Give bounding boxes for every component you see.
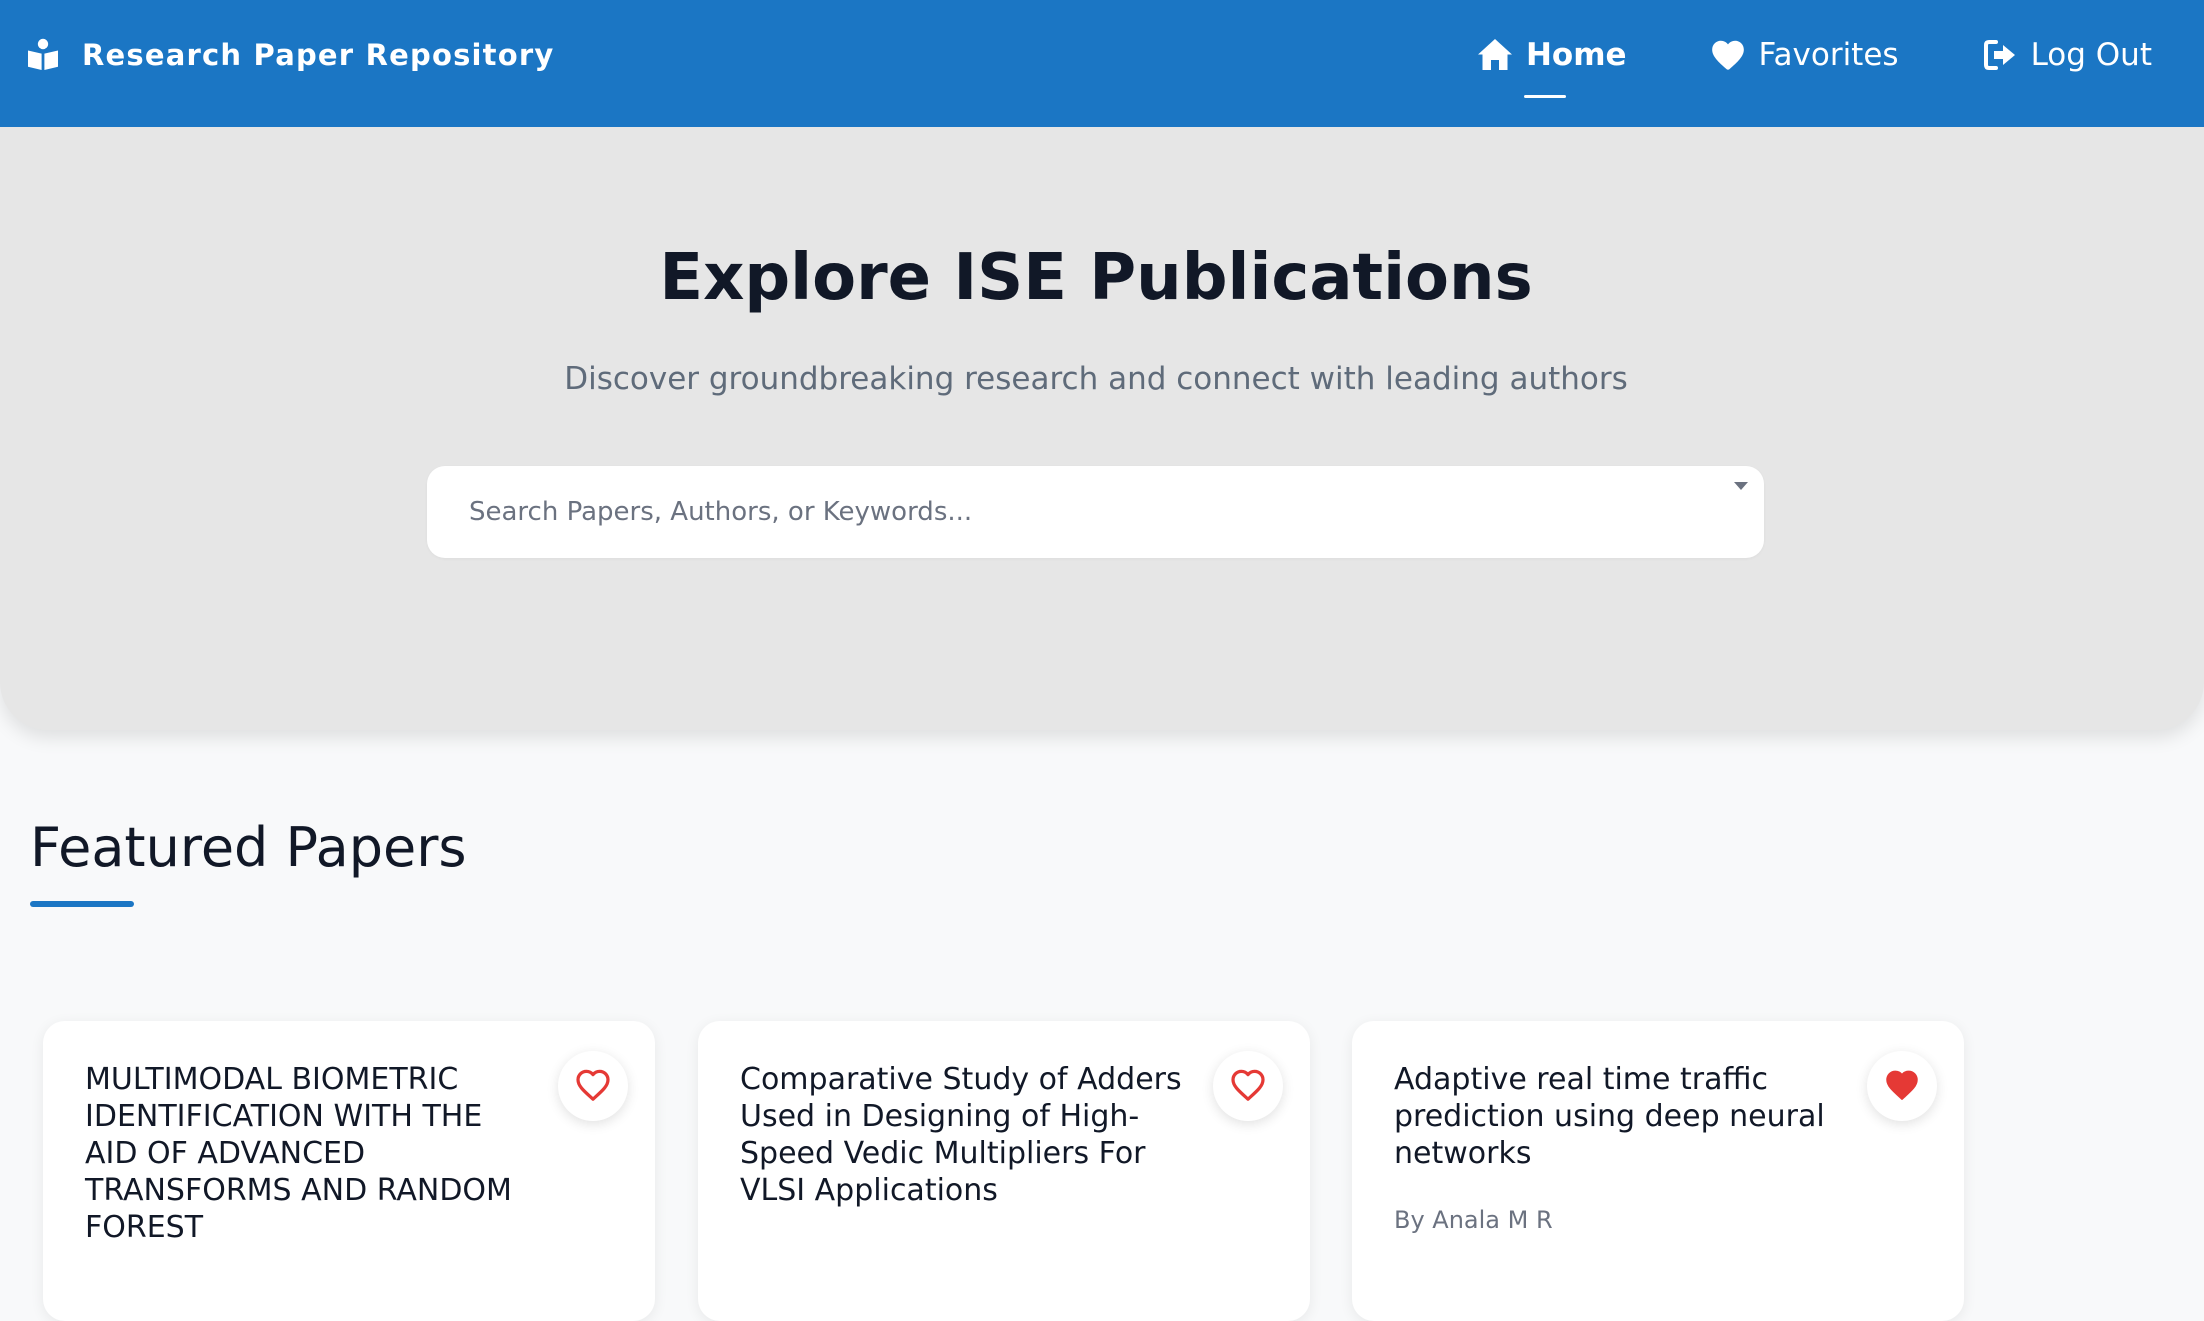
search-box [427,466,1764,558]
top-navbar: Research Paper Repository Home Favorites [0,0,2204,127]
heart-outline-icon [574,1068,612,1105]
nav-logout-label: Log Out [2030,37,2152,73]
heart-filled-icon [1883,1068,1921,1105]
brand-link[interactable]: Research Paper Repository [26,38,554,72]
nav-home[interactable]: Home [1476,32,1627,98]
paper-card[interactable]: Comparative Study of Adders Used in Desi… [698,1021,1310,1321]
main-nav: Home Favorites Log Out [1476,32,2152,98]
favorite-button[interactable] [558,1051,628,1121]
hero-subtitle: Discover groundbreaking research and con… [564,361,1628,397]
paper-title[interactable]: Comparative Study of Adders Used in Desi… [740,1061,1190,1209]
home-icon [1476,36,1514,74]
paper-title[interactable]: Adaptive real time traffic prediction us… [1394,1061,1844,1172]
paper-title[interactable]: MULTIMODAL BIOMETRIC IDENTIFICATION WITH… [85,1061,535,1246]
hero-section: Explore ISE Publications Discover ground… [0,127,2204,730]
nav-favorites[interactable]: Favorites [1709,32,1899,78]
paper-card[interactable]: MULTIMODAL BIOMETRIC IDENTIFICATION WITH… [43,1021,655,1321]
paper-card[interactable]: Adaptive real time traffic prediction us… [1352,1021,1964,1321]
dropdown-caret-icon[interactable] [1734,482,1748,490]
heading-accent-bar [30,901,134,907]
paper-authors: By Anala M R [1394,1206,1553,1234]
nav-home-label: Home [1525,37,1627,73]
sign-out-icon [1981,36,2019,74]
favorite-button[interactable] [1213,1051,1283,1121]
nav-logout[interactable]: Log Out [1981,32,2152,78]
active-nav-indicator [1523,95,1566,98]
search-input[interactable] [427,466,1764,558]
featured-papers-heading: Featured Papers [30,816,467,879]
nav-favorites-label: Favorites [1758,37,1899,73]
book-reader-icon [26,38,60,72]
heart-icon [1709,36,1747,74]
brand-title: Research Paper Repository [82,38,555,72]
heart-outline-icon [1229,1068,1267,1105]
favorite-button[interactable] [1867,1051,1937,1121]
hero-title: Explore ISE Publications [659,241,1533,315]
